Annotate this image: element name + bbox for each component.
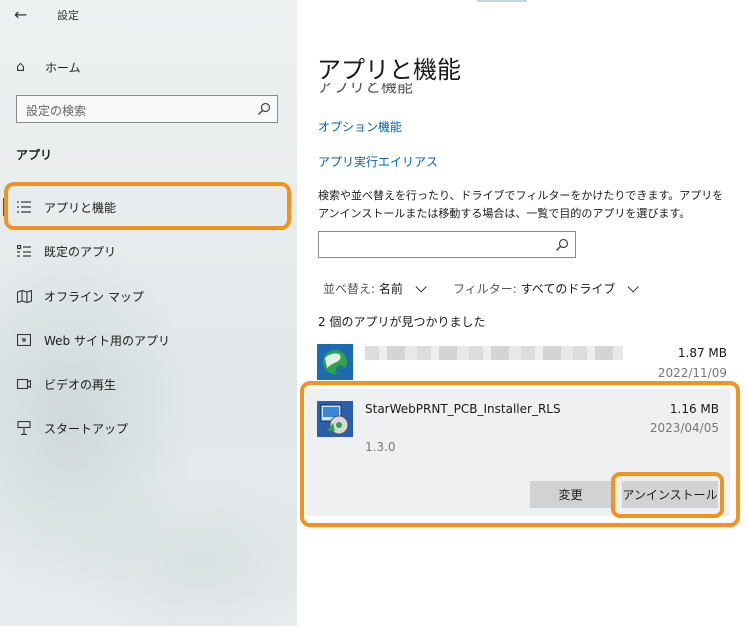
- sidebar-item-offline-maps[interactable]: オフライン マップ: [0, 279, 297, 313]
- default-apps-icon: [14, 243, 34, 259]
- settings-search-input[interactable]: 設定の検索: [16, 95, 278, 123]
- settings-search-placeholder: 設定の検索: [26, 104, 87, 118]
- app-size: 1.87 MB: [677, 346, 727, 360]
- sort-dropdown[interactable]: 並べ替え: 名前: [323, 280, 427, 297]
- startup-icon: [14, 420, 34, 436]
- highlight-annotation-apps-features: [4, 182, 291, 230]
- section-label-apps: アプリ: [16, 148, 53, 162]
- filter-value: すべてのドライブ: [520, 282, 616, 296]
- video-playback-icon: [14, 376, 34, 392]
- main-content: アプリと機能 アプリと機能 オプション機能 アプリ実行エイリアス 検索や並べ替え…: [297, 0, 748, 626]
- top-scroll-indicator: [477, 0, 527, 2]
- search-icon: [258, 102, 271, 115]
- description-text: 検索や並べ替えを行ったり、ドライブでフィルターをかけたりできます。アプリをアンイ…: [318, 189, 724, 220]
- sidebar-item-label: Web サイト用のアプリ: [44, 333, 170, 348]
- optional-features-link[interactable]: オプション機能: [318, 118, 402, 135]
- sidebar-item-label: ビデオの再生: [44, 377, 117, 392]
- sidebar-item-label: スタートアップ: [44, 421, 129, 436]
- sidebar-item-default-apps[interactable]: 既定のアプリ: [0, 234, 297, 268]
- sort-label: 並べ替え:: [323, 282, 376, 296]
- filter-label: フィルター:: [453, 282, 517, 296]
- ghost-title: アプリと機能: [317, 83, 414, 94]
- offline-maps-icon: [14, 288, 34, 304]
- app-list-item[interactable]: 1.87 MB 2022/11/09: [317, 342, 727, 382]
- nav-home[interactable]: ⌂ ホーム: [16, 57, 81, 77]
- sidebar-item-apps-for-websites[interactable]: Web サイト用のアプリ: [0, 323, 297, 357]
- sidebar-item-label: オフライン マップ: [44, 289, 144, 304]
- apps-for-websites-icon: [14, 332, 34, 348]
- result-count: 2 個のアプリが見つかりました: [318, 315, 486, 329]
- highlight-annotation-uninstall: [611, 472, 724, 518]
- settings-sidebar: ← 設定 ⌂ ホーム 設定の検索 アプリ アプリと機能 既定のアプリ オフライン…: [0, 0, 297, 626]
- chevron-down-icon: [627, 281, 639, 293]
- filter-dropdown[interactable]: フィルター: すべてのドライブ: [453, 280, 639, 297]
- app-execution-aliases-link[interactable]: アプリ実行エイリアス: [318, 153, 438, 170]
- app-search-input[interactable]: [318, 231, 576, 258]
- globe-app-icon: [317, 344, 353, 380]
- chevron-down-icon: [415, 281, 427, 293]
- back-arrow-icon[interactable]: ←: [14, 5, 27, 24]
- sidebar-item-video-playback[interactable]: ビデオの再生: [0, 367, 297, 401]
- sidebar-item-label: 既定のアプリ: [44, 244, 117, 259]
- app-date: 2022/11/09: [657, 366, 727, 380]
- window-title: 設定: [57, 9, 79, 22]
- page-title: アプリと機能: [317, 56, 461, 84]
- home-icon: ⌂: [16, 59, 25, 75]
- search-icon: [556, 238, 569, 251]
- sort-value: 名前: [378, 282, 403, 296]
- app-name-blurred: [365, 346, 623, 360]
- nav-home-label: ホーム: [45, 60, 81, 75]
- sidebar-item-startup[interactable]: スタートアップ: [0, 411, 297, 445]
